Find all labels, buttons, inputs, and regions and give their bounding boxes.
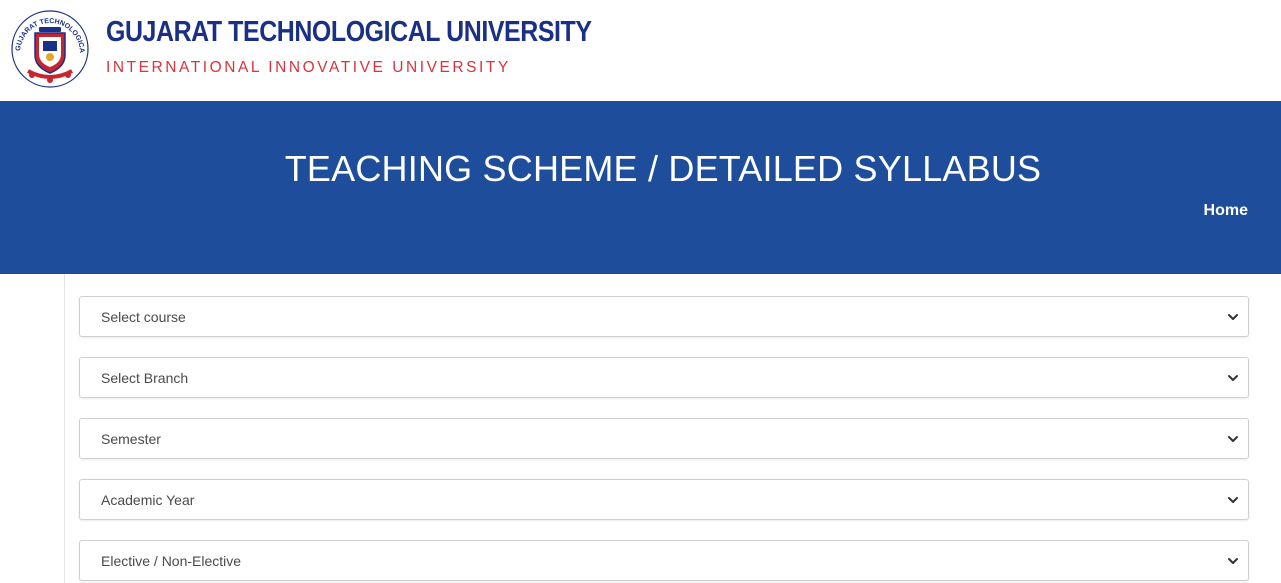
course-select-value: Select course: [101, 309, 186, 325]
branch-select[interactable]: Select Branch: [79, 357, 1249, 398]
page-title: TEACHING SCHEME / DETAILED SYLLABUS: [284, 148, 1042, 189]
elective-select[interactable]: Elective / Non-Elective: [79, 540, 1249, 581]
sidebar-divider: [64, 274, 65, 583]
academic-year-select-value: Academic Year: [101, 492, 195, 508]
breadcrumb-home-link[interactable]: Home: [1204, 202, 1248, 220]
semester-select-value: Semester: [101, 431, 161, 447]
chevron-down-icon: [1228, 314, 1238, 320]
chevron-down-icon: [1228, 375, 1238, 381]
elective-select-value: Elective / Non-Elective: [101, 553, 242, 569]
page-banner: TEACHING SCHEME / DETAILED SYLLABUS Home: [0, 101, 1281, 274]
chevron-down-icon: [1228, 497, 1238, 503]
branch-select-value: Select Branch: [101, 370, 189, 386]
syllabus-filter-form: Select course Select Branch Semester Aca…: [0, 274, 1281, 583]
semester-select[interactable]: Semester: [79, 418, 1249, 459]
university-tagline: INTERNATIONAL INNOVATIVE UNIVERSITY: [106, 59, 511, 76]
chevron-down-icon: [1228, 558, 1238, 564]
university-seal-icon[interactable]: GUJARAT TECHNOLOGICAL UNIVERSITY: [7, 4, 90, 89]
academic-year-select[interactable]: Academic Year: [79, 479, 1249, 520]
university-title[interactable]: GUJARAT TECHNOLOGICAL UNIVERSITY: [106, 16, 592, 49]
site-header: GUJARAT TECHNOLOGICAL UNIVERSITY GUJARAT…: [0, 0, 1281, 101]
chevron-down-icon: [1228, 436, 1238, 442]
course-select[interactable]: Select course: [79, 296, 1249, 337]
